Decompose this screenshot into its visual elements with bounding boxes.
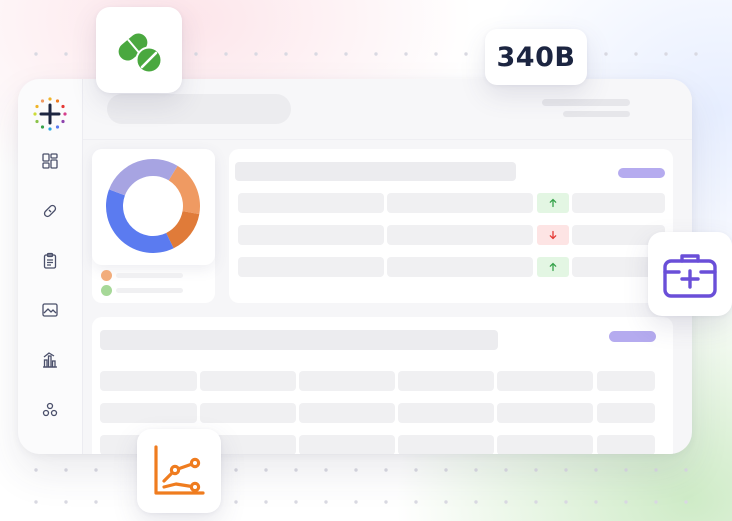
donut-segment <box>168 165 200 215</box>
user-role-placeholder <box>563 111 630 117</box>
panel-title-placeholder <box>235 162 516 181</box>
trend-up-badge <box>537 257 569 277</box>
dashboard-window <box>18 79 692 454</box>
donut-chart <box>106 159 200 253</box>
scatter-chart-tile <box>137 429 221 513</box>
user-name-placeholder <box>542 99 630 106</box>
bar-chart-icon[interactable] <box>41 351 59 369</box>
arrow-down-icon <box>549 230 557 240</box>
panel-title-placeholder <box>100 330 498 350</box>
legend-label-placeholder <box>116 288 183 293</box>
trend-down-badge <box>537 225 569 245</box>
bandage-icon[interactable] <box>41 202 59 220</box>
search-bar-placeholder[interactable] <box>107 94 291 124</box>
donut-panel <box>92 149 215 303</box>
clipboard-icon[interactable] <box>41 252 59 270</box>
plus-logo-icon[interactable] <box>32 96 68 132</box>
pill-tile <box>96 7 182 93</box>
scatter-chart-icon <box>154 445 205 495</box>
arrow-up-icon <box>549 198 557 208</box>
donut-segment <box>109 159 178 196</box>
medical-kit-tile <box>648 232 732 316</box>
trends-panel <box>229 149 673 303</box>
legend-dot-green <box>101 285 112 296</box>
program-badge: 340B <box>485 29 587 85</box>
view-all-button[interactable] <box>609 331 656 342</box>
pill-icon <box>118 33 163 74</box>
arrow-up-icon <box>549 262 557 272</box>
image-chart-icon[interactable] <box>41 301 59 319</box>
legend-dot-orange <box>101 270 112 281</box>
dashboard-icon[interactable] <box>41 152 59 170</box>
donut-segment <box>106 189 174 253</box>
legend-label-placeholder <box>116 273 183 278</box>
donut-segment <box>166 211 200 249</box>
donut-chart-card <box>92 149 215 265</box>
trend-up-badge <box>537 193 569 213</box>
sidebar <box>18 79 83 454</box>
medical-kit-icon <box>663 254 717 298</box>
network-icon[interactable] <box>41 401 59 419</box>
view-all-button[interactable] <box>618 168 665 178</box>
